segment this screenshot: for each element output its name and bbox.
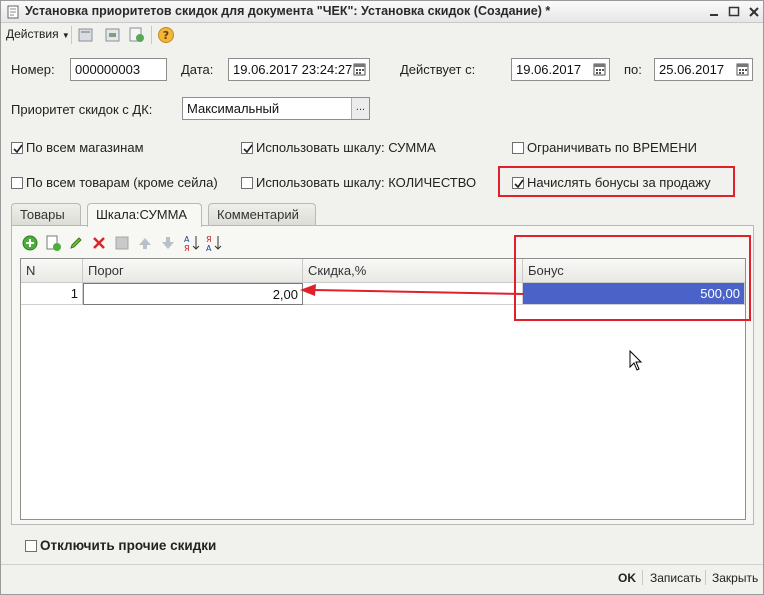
footer-divider (1, 564, 763, 565)
calendar-icon[interactable] (735, 61, 751, 78)
end-edit-icon[interactable] (114, 235, 130, 254)
copy-row-icon[interactable] (45, 235, 61, 254)
checkbox-label: По всем магазинам (26, 140, 144, 155)
checkbox-disable-other-discounts[interactable]: Отключить прочие скидки (25, 538, 216, 553)
select-button[interactable]: ... (351, 98, 369, 119)
checkbox-label: Отключить прочие скидки (40, 538, 217, 553)
checkbox-box[interactable] (25, 540, 37, 552)
svg-text:Я: Я (184, 244, 190, 252)
checkbox-box[interactable] (11, 177, 23, 189)
cell-n[interactable]: 1 (21, 283, 83, 305)
edit-row-icon[interactable] (68, 235, 84, 254)
tab-scale-sum[interactable]: Шкала:СУММА (87, 203, 202, 227)
minimize-icon[interactable] (706, 4, 722, 20)
date-field[interactable]: 19.06.2017 23:24:27 (228, 58, 370, 81)
move-down-icon[interactable] (160, 235, 176, 254)
checkbox-label: Использовать шкалу: КОЛИЧЕСТВО (256, 175, 477, 190)
help-icon[interactable]: ? (157, 26, 175, 44)
checkbox-label: Ограничивать по ВРЕМЕНИ (527, 140, 697, 155)
svg-text:?: ? (163, 29, 169, 42)
highlight-frame-bonus-checkbox (498, 166, 735, 197)
button-separator (705, 570, 706, 585)
valid-from-field[interactable]: 19.06.2017 (511, 58, 610, 81)
priority-label: Приоритет скидок с ДК: (11, 102, 153, 117)
svg-text:A: A (184, 235, 190, 244)
tab-comment[interactable]: Комментарий (208, 203, 316, 226)
valid-to-label: по: (624, 62, 642, 77)
mouse-cursor-icon (629, 350, 643, 371)
ok-button[interactable]: OK (618, 571, 636, 585)
svg-text:Я: Я (206, 235, 212, 244)
title-bar: Установка приоритетов скидок для докумен… (1, 1, 763, 23)
maximize-icon[interactable] (726, 4, 742, 20)
cell-threshold[interactable]: 2,00 (83, 283, 303, 305)
actions-menu-label: Действия (6, 27, 59, 41)
post-document-icon[interactable] (77, 26, 95, 44)
number-field[interactable]: 000000003 (70, 58, 167, 81)
sort-ascending-icon[interactable]: AЯ (183, 234, 201, 255)
priority-value: Максимальный (187, 101, 280, 116)
checkbox-label: Использовать шкалу: СУММА (256, 140, 436, 155)
toolbar: Действия ▼ ? (1, 24, 763, 46)
valid-to-value: 25.06.2017 (659, 62, 725, 77)
structure-icon[interactable] (104, 26, 122, 44)
checkbox-all-goods[interactable]: По всем товарам (кроме сейла) (11, 175, 218, 190)
valid-to-field[interactable]: 25.06.2017 (654, 58, 753, 81)
move-up-icon[interactable] (137, 235, 153, 254)
document-window: Установка приоритетов скидок для докумен… (0, 0, 764, 595)
svg-text:A: A (206, 244, 212, 252)
column-header-threshold[interactable]: Порог (83, 259, 303, 283)
column-header-discount[interactable]: Скидка,% (303, 259, 523, 283)
checkbox-scale-sum[interactable]: Использовать шкалу: СУММА (241, 140, 436, 155)
add-row-icon[interactable] (22, 235, 38, 254)
checkbox-box[interactable] (241, 177, 253, 189)
window-title: Установка приоритетов скидок для докумен… (25, 4, 551, 18)
refresh-document-icon[interactable] (128, 26, 146, 44)
calendar-icon[interactable] (352, 61, 368, 78)
calendar-icon[interactable] (592, 61, 608, 78)
tab-goods[interactable]: Товары (11, 203, 81, 226)
priority-field[interactable]: Максимальный ... (182, 97, 370, 120)
number-label: Номер: (11, 62, 55, 77)
date-label: Дата: (181, 62, 214, 77)
actions-menu[interactable]: Действия ▼ (6, 27, 70, 41)
highlight-frame-bonus-column (514, 235, 751, 321)
column-header-n[interactable]: N (21, 259, 83, 283)
date-value: 19.06.2017 23:24:27 (233, 62, 353, 77)
sort-descending-icon[interactable]: ЯA (205, 234, 223, 255)
document-icon (6, 5, 20, 19)
checkbox-box[interactable] (11, 142, 23, 154)
checkbox-all-stores[interactable]: По всем магазинам (11, 140, 144, 155)
close-button[interactable]: Закрыть (712, 571, 758, 585)
checkbox-label: По всем товарам (кроме сейла) (26, 175, 218, 190)
checkbox-limit-time[interactable]: Ограничивать по ВРЕМЕНИ (512, 140, 697, 155)
checkbox-box[interactable] (241, 142, 253, 154)
toolbar-separator (71, 26, 72, 44)
checkbox-scale-quantity[interactable]: Использовать шкалу: КОЛИЧЕСТВО (241, 175, 476, 190)
delete-row-icon[interactable] (91, 235, 107, 254)
checkbox-box[interactable] (512, 142, 524, 154)
valid-from-label: Действует с: (400, 62, 476, 77)
close-icon[interactable] (746, 4, 762, 20)
dropdown-arrow-icon: ▼ (61, 31, 70, 40)
button-separator (642, 570, 643, 585)
toolbar-separator (151, 26, 152, 44)
valid-from-value: 19.06.2017 (516, 62, 582, 77)
annotation-arrow-icon (300, 284, 525, 296)
save-button[interactable]: Записать (650, 571, 701, 585)
